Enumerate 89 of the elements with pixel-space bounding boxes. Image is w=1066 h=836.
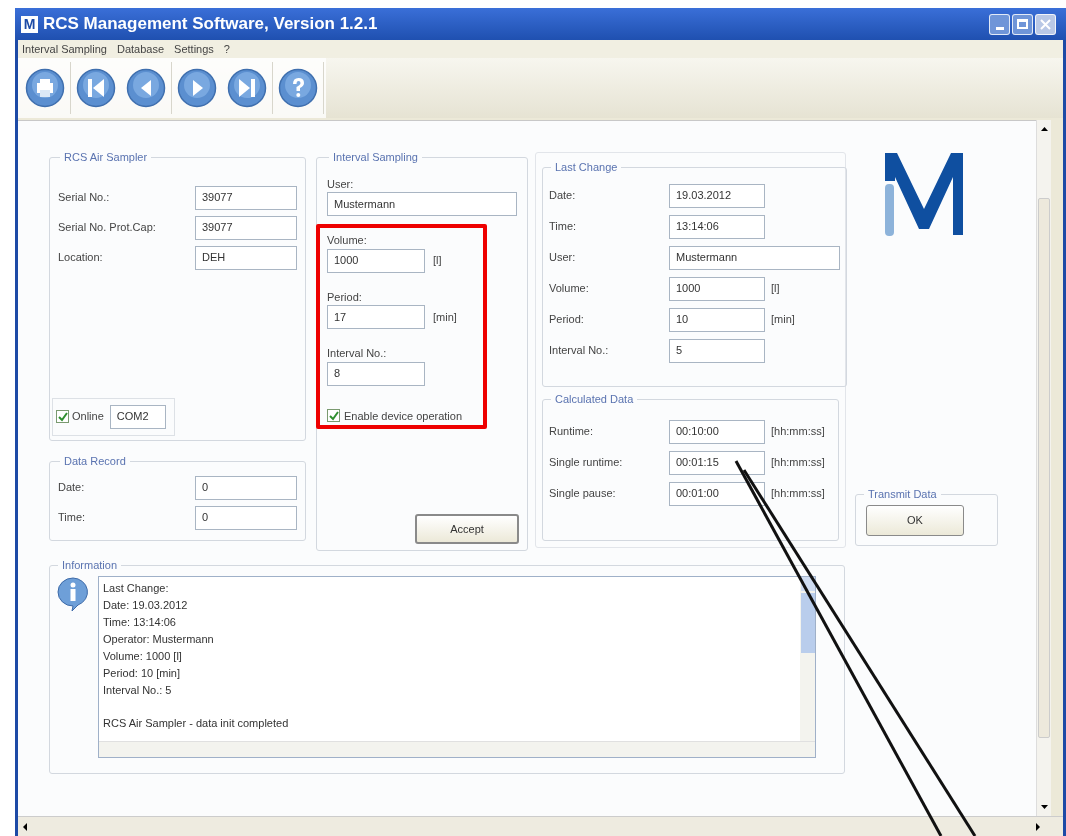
field-label: Time:: [58, 510, 87, 526]
checkbox[interactable]: [56, 410, 69, 423]
skip-forward-icon: [227, 68, 267, 108]
field-label: User:: [549, 250, 577, 266]
group-title: Interval Sampling: [332, 150, 419, 165]
info-text-line: Time: 13:14:06: [103, 614, 177, 630]
group-title: Transmit Data: [867, 487, 938, 502]
field-label: Serial No. Prot.Cap:: [58, 220, 157, 236]
text-field[interactable]: 39077: [195, 185, 297, 210]
menu-item[interactable]: Interval Sampling: [22, 40, 107, 58]
text-field[interactable]: 00:10:00: [669, 419, 765, 444]
checkbox-label: Enable device operation: [344, 408, 463, 424]
field-label: Runtime:: [549, 424, 595, 440]
checkbox-label: Online: [72, 409, 104, 425]
forward-icon: [177, 68, 217, 108]
unit-label: [min]: [433, 309, 457, 325]
menu-item[interactable]: ?: [223, 40, 230, 58]
field-label: Interval No.:: [549, 343, 610, 359]
info-icon: [56, 575, 90, 612]
text-field[interactable]: 8: [327, 361, 425, 386]
close-icon: [1040, 18, 1051, 30]
scroll-thumb[interactable]: [1038, 198, 1050, 738]
text-field[interactable]: 0: [195, 475, 297, 500]
group-title: Last Change: [554, 160, 619, 175]
field-label: Date:: [549, 188, 577, 204]
info-text-line: Period: 10 [min]: [103, 665, 182, 681]
app-icon: M: [21, 15, 38, 33]
ok-button[interactable]: OK: [866, 504, 964, 536]
unit-label: [hh:mm:ss]: [771, 455, 825, 471]
maximize-button[interactable]: [1012, 13, 1033, 35]
info-text-line: Operator: Mustermann: [103, 631, 215, 647]
field-label: Volume:: [549, 281, 590, 297]
menu-item[interactable]: Settings: [174, 40, 214, 58]
text-field[interactable]: Mustermann: [327, 192, 517, 216]
help-icon: [278, 68, 318, 108]
minimize-button[interactable]: [989, 13, 1010, 35]
unit-label: [min]: [771, 312, 795, 328]
text-field[interactable]: DEH: [195, 245, 297, 270]
unit-label: [l]: [433, 253, 442, 269]
field-label: Location:: [58, 250, 104, 266]
skip-back-icon: [76, 68, 116, 108]
text-field[interactable]: COM2: [109, 404, 166, 429]
text-area[interactable]: Last Change: Date: 19.03.2012 Time: 13:14:06 Operator: Mustermann Volume: 1000 [l] Period: 10 [min] Interval No.: 5 RCS Air Sampler - data init completed: [98, 575, 816, 758]
back-icon: [126, 68, 166, 108]
field-label: Time:: [549, 219, 578, 235]
horizontal-scrollbar[interactable]: [18, 816, 1063, 836]
text-field[interactable]: 00:01:00: [669, 481, 765, 506]
info-text-line: Last Change:: [103, 580, 170, 596]
text-field[interactable]: 00:01:15: [669, 450, 765, 475]
group-title: RCS Air Sampler: [63, 150, 149, 165]
field-label: Serial No.:: [58, 190, 111, 206]
close-button[interactable]: [1035, 13, 1056, 35]
field-label: User:: [327, 176, 355, 192]
accept-button[interactable]: Accept: [415, 514, 519, 544]
window-title: RCS Management Software, Version 1.2.1: [43, 13, 378, 36]
group-title: Information: [61, 558, 119, 573]
field-label: Single pause:: [549, 486, 617, 502]
unit-label: [l]: [771, 281, 780, 297]
printer-icon: [25, 68, 65, 108]
horizontal-scrollbar[interactable]: [99, 740, 815, 757]
field-label: Interval No.:: [327, 346, 388, 361]
text-field[interactable]: Mustermann: [669, 245, 840, 270]
menu-item[interactable]: Database: [117, 40, 165, 58]
text-field[interactable]: 0: [195, 505, 297, 530]
field-label: Single runtime:: [549, 455, 624, 471]
group-title: Calculated Data: [554, 392, 635, 407]
field-label: Period:: [549, 312, 585, 328]
text-field[interactable]: 5: [669, 338, 765, 363]
scroll-right-icon: [1033, 821, 1043, 832]
text-field[interactable]: 19.03.2012: [669, 183, 765, 208]
field-label: Date:: [58, 480, 86, 496]
text-field[interactable]: 1000: [327, 248, 425, 273]
unit-label: [hh:mm:ss]: [771, 424, 825, 440]
text-field[interactable]: 13:14:06: [669, 214, 765, 239]
vertical-scrollbar[interactable]: [800, 576, 815, 741]
info-text-line: RCS Air Sampler - data init completed: [103, 715, 290, 731]
unit-label: [hh:mm:ss]: [771, 486, 825, 502]
field-label: Period:: [327, 289, 363, 305]
info-text-line: Interval No.: 5: [103, 682, 173, 698]
vertical-scrollbar[interactable]: [1036, 120, 1051, 816]
text-field[interactable]: 17: [327, 305, 425, 329]
info-text-line: Volume: 1000 [l]: [103, 648, 183, 664]
info-text-line: Date: 19.03.2012: [103, 597, 189, 613]
text-field[interactable]: 39077: [195, 215, 297, 240]
checkbox[interactable]: [327, 409, 340, 423]
field-label: Volume:: [327, 233, 368, 248]
text-field[interactable]: 10: [669, 307, 765, 332]
text-field[interactable]: 1000: [669, 276, 765, 301]
group-title: Data Record: [63, 454, 127, 469]
